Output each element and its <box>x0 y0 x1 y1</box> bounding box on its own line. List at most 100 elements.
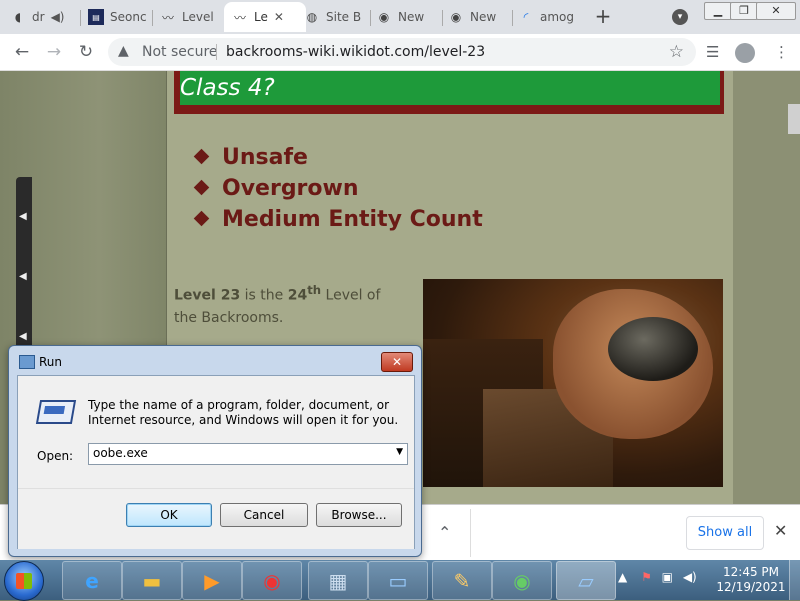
tab-divider <box>152 10 153 26</box>
dropdown-arrow-icon[interactable]: ▼ <box>396 447 403 457</box>
tab-strip: ◖ dr ◀) ▤ Seonc 〰 Level 〰 Le ✕ ◍ Site B … <box>0 0 800 34</box>
tab-1[interactable]: ◖ dr ◀) <box>10 2 72 32</box>
minimize-button[interactable]: ▁ <box>704 2 732 20</box>
class-item: Unsafe <box>193 145 483 176</box>
action-center-icon[interactable]: ⚑ <box>641 570 652 584</box>
open-input-value[interactable]: oobe.exe <box>93 446 148 460</box>
show-hidden-icons-icon[interactable]: ▲ <box>618 570 627 584</box>
back-icon[interactable]: ← <box>12 42 32 62</box>
button-area: OK Cancel Browse... <box>18 488 414 549</box>
tab-7[interactable]: ◉ New <box>448 2 510 32</box>
class-banner-title: Class 4? <box>180 75 275 101</box>
tab-label: amog <box>540 10 575 24</box>
chrome-icon[interactable]: ◉ <box>242 561 302 600</box>
run-dialog: Run ✕ Type the name of a program, folder… <box>8 345 422 557</box>
tab-divider <box>442 10 443 26</box>
media-player-icon[interactable]: ▶ <box>182 561 242 600</box>
taskbar: e ▬ ▶ ◉ ▦ ▭ ✎ ◉ ▱ ▲ ⚑ ▣ ◀) 12:45 PM 12/1… <box>0 560 800 601</box>
tab-2[interactable]: ▤ Seonc <box>88 2 148 32</box>
photo-dark-bulb <box>608 317 698 381</box>
explorer-icon[interactable]: ▬ <box>122 561 182 600</box>
network-icon[interactable]: ▣ <box>662 570 673 584</box>
tab-divider <box>80 10 81 26</box>
loading-icon: ◜ <box>523 10 529 24</box>
class-item: Medium Entity Count <box>193 207 483 238</box>
tab-divider <box>370 10 371 26</box>
wikidot-icon: 〰 <box>233 10 246 25</box>
intro-text: is the <box>240 287 288 304</box>
volume-icon[interactable]: ◀) <box>683 570 697 584</box>
close-window-button[interactable]: ✕ <box>756 2 796 20</box>
level-ordinal: 24 <box>287 287 308 304</box>
show-desktop-button[interactable] <box>789 560 800 600</box>
arrow-left-icon[interactable]: ◀ <box>19 331 27 342</box>
windows-update-icon[interactable]: ◉ <box>492 561 552 600</box>
chevron-up-icon[interactable]: ⌃ <box>438 523 451 542</box>
omnibox-divider <box>216 44 217 60</box>
class-item-label: Overgrown <box>222 176 359 201</box>
intro-paragraph: Level 23 is the 24th Level of the Backro… <box>174 279 404 329</box>
tab-8[interactable]: ◜ amog <box>518 2 580 32</box>
warning-icon[interactable]: ▲ <box>118 43 129 59</box>
run-description: Type the name of a program, folder, docu… <box>88 398 399 427</box>
tab-label: Level <box>182 10 214 24</box>
run-icon[interactable]: ▱ <box>556 561 616 600</box>
address-toolbar: ← → ↻ ▲ Not secure backrooms-wiki.wikido… <box>0 34 800 71</box>
speaker-icon: ◖ <box>14 10 22 24</box>
globe-icon: ◍ <box>306 10 318 24</box>
close-download-bar-icon[interactable]: ✕ <box>774 521 787 540</box>
photos-icon[interactable]: ▭ <box>368 561 428 600</box>
arrow-left-icon[interactable]: ◀ <box>19 211 27 222</box>
open-combobox[interactable]: oobe.exe ▼ <box>88 443 408 465</box>
open-label: Open: <box>37 449 74 463</box>
close-tab-icon[interactable]: ✕ <box>274 10 284 24</box>
cancel-button[interactable]: Cancel <box>220 503 308 527</box>
menu-icon[interactable]: ⋮ <box>774 43 789 61</box>
tab-6[interactable]: ◉ New <box>376 2 440 32</box>
forward-icon[interactable]: → <box>44 42 64 62</box>
tab-label: Seonc <box>110 10 147 24</box>
tab-label: New <box>470 10 497 24</box>
run-title-icon <box>19 355 35 369</box>
run-dialog-body: Type the name of a program, folder, docu… <box>17 375 415 549</box>
class-list: Unsafe Overgrown Medium Entity Count <box>193 145 483 238</box>
start-button[interactable] <box>4 561 44 601</box>
paint-icon[interactable]: ✎ <box>432 561 492 600</box>
tab-label: New <box>398 10 425 24</box>
ok-button[interactable]: OK <box>126 503 212 527</box>
maximize-button[interactable]: ❐ <box>730 2 758 20</box>
url-text[interactable]: backrooms-wiki.wikidot.com/level-23 <box>226 44 485 60</box>
close-dialog-button[interactable]: ✕ <box>381 352 413 372</box>
tab-divider <box>512 10 513 26</box>
scrollbar-thumb[interactable] <box>788 104 800 134</box>
tab-search-icon[interactable]: ▾ <box>672 9 688 25</box>
control-panel-icon[interactable]: ▦ <box>308 561 368 600</box>
chrome-icon: ◉ <box>450 10 462 24</box>
omnibox[interactable]: ▲ Not secure backrooms-wiki.wikidot.com/… <box>108 38 696 66</box>
class-item-label: Medium Entity Count <box>222 207 483 232</box>
clock-date: 12/19/2021 <box>716 580 786 594</box>
profile-avatar[interactable] <box>735 43 755 63</box>
chrome-icon: ◉ <box>378 10 390 24</box>
arrow-left-icon[interactable]: ◀ <box>19 271 27 282</box>
wikidot-icon: 〰 <box>161 10 174 25</box>
level-photo <box>423 279 723 487</box>
tab-3[interactable]: 〰 Level <box>160 2 220 32</box>
windows-logo-icon <box>16 573 32 589</box>
new-tab-button[interactable]: + <box>592 6 614 28</box>
tab-5[interactable]: ◍ Site B <box>304 2 366 32</box>
download-bar-divider <box>470 509 471 557</box>
bookmark-star-icon[interactable]: ☆ <box>669 42 684 62</box>
diamond-bullet-icon <box>193 148 210 165</box>
browse-button[interactable]: Browse... <box>316 503 402 527</box>
page-right-margin <box>733 71 800 504</box>
tab-4-active[interactable]: 〰 Le ✕ <box>224 2 306 32</box>
not-secure-label[interactable]: Not secure <box>142 44 218 60</box>
tab-label: Le <box>254 10 268 24</box>
audio-icon[interactable]: ◀) <box>51 10 65 24</box>
ie-icon[interactable]: e <box>62 561 122 600</box>
show-all-button[interactable]: Show all <box>686 516 764 550</box>
clock[interactable]: 12:45 PM 12/19/2021 <box>716 565 786 595</box>
reload-icon[interactable]: ↻ <box>76 42 96 62</box>
reading-list-icon[interactable]: ☰ <box>706 43 719 61</box>
